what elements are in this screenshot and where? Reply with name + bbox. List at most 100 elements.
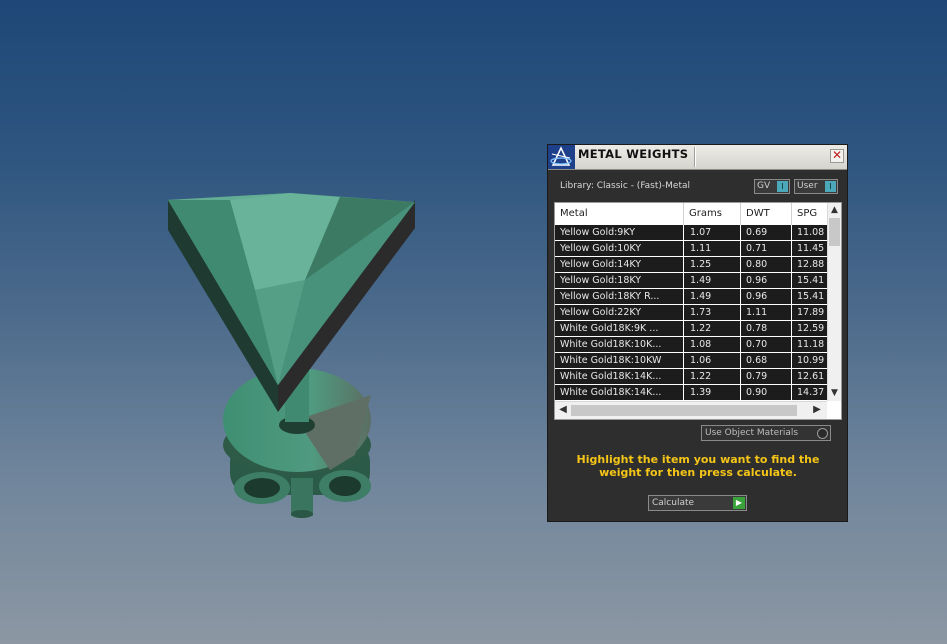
cell-divider [791, 273, 792, 289]
vertical-scrollbar[interactable]: ▲ ▼ [827, 203, 841, 401]
table-row[interactable]: White Gold18K:14K... 1.22 0.79 12.61 [555, 369, 827, 385]
cell-divider [683, 369, 684, 385]
cell-metal: White Gold18K:10KW [560, 355, 662, 366]
gv-toggle-knob: I [777, 181, 788, 192]
cell-divider [791, 241, 792, 257]
use-object-materials-label: Use Object Materials [705, 428, 799, 438]
user-toggle-label: User [797, 181, 818, 191]
scroll-left-icon[interactable]: ◀ [557, 404, 569, 416]
cell-dwt: 0.96 [746, 275, 768, 286]
table-header: Metal Grams DWT SPG [555, 203, 827, 225]
cell-grams: 1.39 [690, 387, 712, 398]
horizontal-scroll-thumb[interactable] [571, 405, 797, 416]
app-logo-icon [548, 145, 575, 169]
cell-spg: 12.59 [797, 323, 825, 334]
column-header-spg[interactable]: SPG [797, 208, 817, 219]
column-header-metal[interactable]: Metal [560, 208, 588, 219]
cell-spg: 12.88 [797, 259, 825, 270]
cell-grams: 1.08 [690, 339, 712, 350]
cell-dwt: 0.96 [746, 291, 768, 302]
use-object-materials-option[interactable]: Use Object Materials [701, 425, 831, 441]
table-row[interactable]: White Gold18K:10K... 1.08 0.70 11.18 [555, 337, 827, 353]
gv-toggle-label: GV [757, 181, 771, 191]
calculate-label: Calculate [652, 498, 695, 508]
cell-divider [791, 321, 792, 337]
cell-grams: 1.73 [690, 307, 712, 318]
title-separator [694, 147, 696, 167]
horizontal-scrollbar[interactable]: ◀ ▶ [555, 401, 827, 419]
cell-divider [791, 289, 792, 305]
user-toggle[interactable]: User I [794, 179, 838, 194]
close-button[interactable]: ✕ [830, 149, 844, 163]
cell-dwt: 0.69 [746, 227, 768, 238]
cell-divider [740, 353, 741, 369]
table-row[interactable]: White Gold18K:10KW 1.06 0.68 10.99 [555, 353, 827, 369]
cell-divider [740, 225, 741, 241]
column-header-grams[interactable]: Grams [689, 208, 722, 219]
scroll-right-icon[interactable]: ▶ [811, 404, 823, 416]
cell-divider [740, 369, 741, 385]
table-row[interactable]: Yellow Gold:22KY 1.73 1.11 17.89 [555, 305, 827, 321]
scroll-up-icon[interactable]: ▲ [828, 204, 841, 217]
vertical-scroll-thumb[interactable] [829, 218, 840, 246]
gv-toggle[interactable]: GV I [754, 179, 790, 194]
table-row[interactable]: White Gold18K:9K ... 1.22 0.78 12.59 [555, 321, 827, 337]
cell-grams: 1.25 [690, 259, 712, 270]
scroll-down-icon[interactable]: ▼ [828, 387, 841, 400]
column-divider[interactable] [740, 203, 741, 225]
cell-dwt: 0.68 [746, 355, 768, 366]
column-divider[interactable] [683, 203, 684, 225]
cell-divider [791, 225, 792, 241]
table-body: Yellow Gold:9KY 1.07 0.69 11.08 Yellow Gold:… [555, 225, 827, 401]
cell-spg: 12.61 [797, 371, 825, 382]
cell-metal: Yellow Gold:18KY [560, 275, 642, 286]
cell-divider [791, 369, 792, 385]
cell-dwt: 1.11 [746, 307, 768, 318]
cell-metal: White Gold18K:14K... [560, 387, 662, 398]
cell-divider [740, 305, 741, 321]
use-object-materials-radio[interactable] [817, 428, 828, 439]
cell-spg: 11.18 [797, 339, 825, 350]
cell-divider [683, 305, 684, 321]
cell-divider [683, 337, 684, 353]
trillion-gem [168, 193, 415, 412]
cell-grams: 1.06 [690, 355, 712, 366]
cell-metal: Yellow Gold:10KY [560, 243, 642, 254]
cell-dwt: 0.79 [746, 371, 768, 382]
cell-grams: 1.49 [690, 291, 712, 302]
column-divider[interactable] [791, 203, 792, 225]
cell-divider [791, 353, 792, 369]
table-row[interactable]: Yellow Gold:14KY 1.25 0.80 12.88 [555, 257, 827, 273]
cell-dwt: 0.70 [746, 339, 768, 350]
cell-dwt: 0.90 [746, 387, 768, 398]
metal-table: Metal Grams DWT SPG Yellow Gold:9KY 1.07 0… [554, 202, 842, 420]
cell-divider [683, 353, 684, 369]
cell-spg: 11.45 [797, 243, 825, 254]
table-row[interactable]: Yellow Gold:18KY 1.49 0.96 15.41 [555, 273, 827, 289]
cell-grams: 1.49 [690, 275, 712, 286]
calculate-button[interactable]: Calculate ▶ [648, 495, 747, 511]
calculate-arrow-icon: ▶ [733, 497, 745, 509]
cell-divider [740, 321, 741, 337]
column-header-dwt[interactable]: DWT [746, 208, 770, 219]
table-row[interactable]: Yellow Gold:10KY 1.11 0.71 11.45 [555, 241, 827, 257]
cell-divider [740, 241, 741, 257]
cell-divider [683, 257, 684, 273]
cell-divider [683, 289, 684, 305]
title-bar[interactable]: METAL WEIGHTS ✕ [548, 145, 847, 170]
table-row[interactable]: White Gold18K:14K... 1.39 0.90 14.37 [555, 385, 827, 401]
cell-metal: Yellow Gold:18KY R... [560, 291, 660, 302]
cell-metal: Yellow Gold:14KY [560, 259, 642, 270]
table-row[interactable]: Yellow Gold:9KY 1.07 0.69 11.08 [555, 225, 827, 241]
cell-divider [791, 305, 792, 321]
cell-divider [740, 289, 741, 305]
cell-spg: 10.99 [797, 355, 825, 366]
panel-title: METAL WEIGHTS [578, 147, 689, 161]
cell-divider [740, 273, 741, 289]
metal-weights-panel: METAL WEIGHTS ✕ Library: Classic - (Fast… [547, 144, 848, 522]
table-row[interactable]: Yellow Gold:18KY R... 1.49 0.96 15.41 [555, 289, 827, 305]
cell-spg: 14.37 [797, 387, 825, 398]
user-toggle-knob: I [825, 181, 836, 192]
cell-grams: 1.07 [690, 227, 712, 238]
cell-dwt: 0.71 [746, 243, 768, 254]
